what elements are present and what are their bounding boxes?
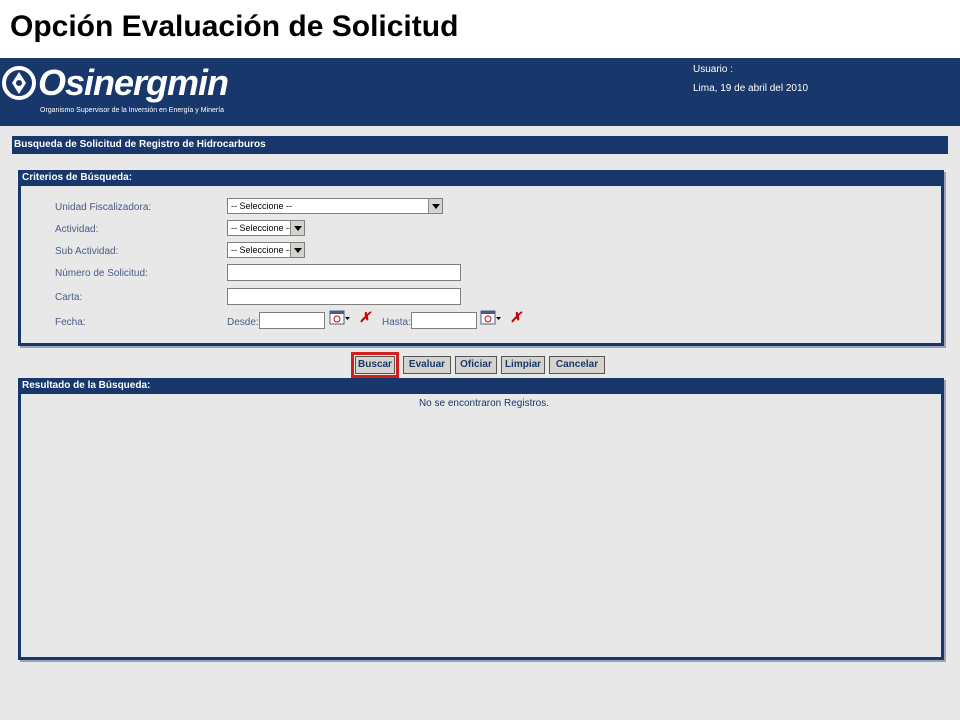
no-records-message: No se encontraron Registros.: [418, 398, 550, 409]
slide-title: Opción Evaluación de Solicitud: [10, 10, 459, 43]
actividad-value: -- Seleccione --: [231, 223, 293, 233]
cancelar-button[interactable]: Cancelar: [549, 356, 605, 374]
calendar-icon[interactable]: [329, 310, 351, 326]
search-criteria-panel: Criterios de Búsqueda: Unidad Fiscalizad…: [18, 170, 944, 346]
logo-text: Osinergmin: [38, 62, 229, 103]
header-bar: Osinergmin Organismo Supervisor de la In…: [0, 58, 960, 126]
numero-solicitud-label: Número de Solicitud:: [55, 268, 148, 279]
hasta-date-input[interactable]: [411, 312, 477, 329]
desde-date-input[interactable]: [259, 312, 325, 329]
carta-input[interactable]: [227, 288, 461, 305]
results-panel-title: Resultado de la Búsqueda:: [18, 378, 944, 394]
unidad-fiscalizadora-label: Unidad Fiscalizadora:: [55, 202, 152, 213]
section-title-bar: Busqueda de Solicitud de Registro de Hid…: [12, 136, 948, 154]
limpiar-button[interactable]: Limpiar: [501, 356, 545, 374]
actividad-label: Actividad:: [55, 224, 99, 235]
clear-hasta-icon[interactable]: ✗: [510, 309, 522, 326]
actividad-select[interactable]: -- Seleccione --: [227, 220, 305, 236]
unidad-fiscalizadora-select[interactable]: -- Seleccione --: [227, 198, 443, 214]
clear-desde-icon[interactable]: ✗: [359, 309, 371, 326]
evaluar-button[interactable]: Evaluar: [403, 356, 451, 374]
user-label: Usuario :: [693, 64, 734, 75]
search-results-panel: Resultado de la Búsqueda: No se encontra…: [18, 378, 944, 660]
oficiar-button[interactable]: Oficiar: [455, 356, 497, 374]
buscar-button[interactable]: Buscar: [355, 356, 395, 374]
sub-actividad-value: -- Seleccione --: [231, 245, 293, 255]
calendar-icon[interactable]: [480, 310, 502, 326]
desde-label: Desde:: [227, 317, 259, 328]
logo-subtitle: Organismo Supervisor de la Inversión en …: [40, 107, 225, 114]
unidad-fiscalizadora-value: -- Seleccione --: [231, 201, 293, 211]
date-label: Lima, 19 de abril del 2010: [693, 83, 809, 94]
chevron-down-icon[interactable]: [290, 243, 304, 257]
sub-actividad-label: Sub Actividad:: [55, 246, 119, 257]
sub-actividad-select[interactable]: -- Seleccione --: [227, 242, 305, 258]
osinergmin-logo-icon: [2, 66, 36, 100]
hasta-label: Hasta:: [382, 317, 411, 328]
chevron-down-icon[interactable]: [428, 199, 442, 213]
chevron-down-icon[interactable]: [290, 221, 304, 235]
fecha-label: Fecha:: [55, 317, 86, 328]
application-window: Osinergmin Organismo Supervisor de la In…: [0, 58, 960, 720]
numero-solicitud-input[interactable]: [227, 264, 461, 281]
criteria-panel-title: Criterios de Búsqueda:: [18, 170, 944, 186]
carta-label: Carta:: [55, 292, 83, 303]
